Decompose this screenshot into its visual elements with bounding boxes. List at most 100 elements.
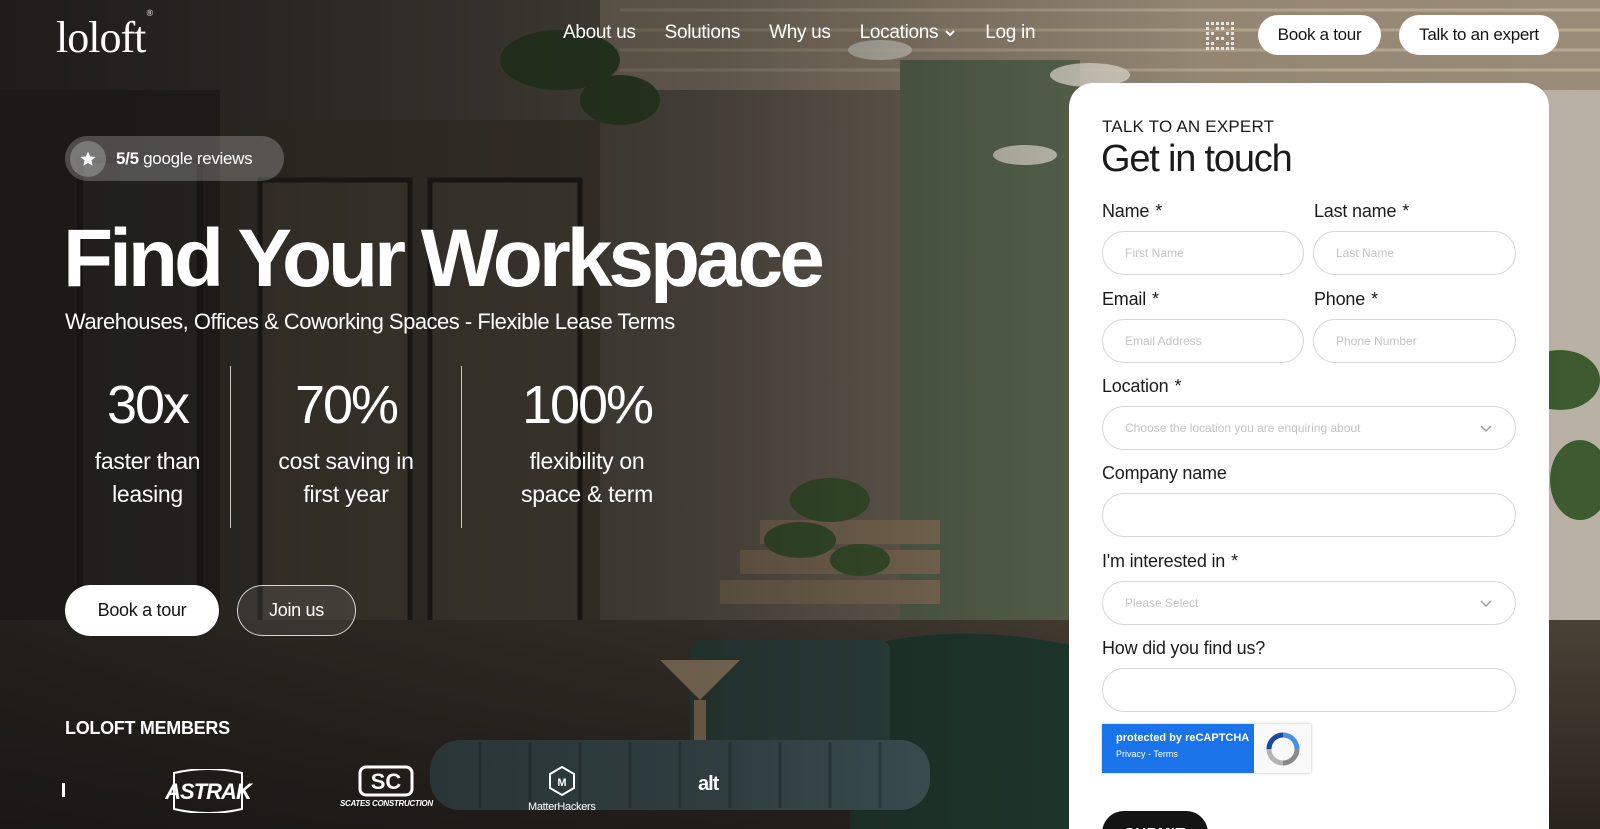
required-mark: * (1174, 376, 1182, 396)
stat-faster: 30x faster than leasing (65, 366, 230, 528)
members-logo-strip: ASTRAK SC SCATES CONSTRUCTION M MatterHa… (60, 765, 740, 825)
nav-solutions[interactable]: Solutions (664, 22, 741, 44)
google-reviews-badge[interactable]: 5/5 google reviews (65, 136, 284, 181)
stat-value: 70% (294, 375, 399, 435)
stat-label-line: faster than (94, 448, 201, 475)
stat-label-line: cost saving in (278, 448, 414, 475)
company-name-field[interactable] (1102, 493, 1516, 537)
location-select[interactable]: Choose the location you are enquiring ab… (1102, 406, 1516, 450)
label-text: Last name (1314, 201, 1397, 221)
submit-button[interactable]: SUBMIT (1102, 811, 1208, 829)
label-text: Location (1102, 376, 1169, 396)
company-name-label: Company name (1102, 463, 1227, 484)
label-text: I'm interested in (1102, 551, 1226, 571)
phone-label: Phone * (1314, 289, 1378, 310)
recaptcha-protected-text: protected by reCAPTCHA (1116, 732, 1250, 744)
required-mark: * (1402, 201, 1410, 221)
stat-label: flexibility on space & term (462, 445, 712, 509)
matterhackers-logo-icon: M (548, 765, 575, 797)
scates-logo-icon: SC (358, 765, 414, 797)
members-title: LOLOFT MEMBERS (65, 718, 230, 738)
star-badge (70, 140, 106, 177)
header-talk-to-expert-button[interactable]: Talk to an expert (1399, 15, 1559, 55)
chevron-down-icon (1480, 600, 1492, 607)
nav-label: Locations (859, 22, 939, 43)
member-logo-alt: alt (698, 773, 719, 796)
select-placeholder: Choose the location you are enquiring ab… (1125, 421, 1361, 435)
logo-text: MatterHackers (528, 801, 596, 813)
last-name-field[interactable]: Last Name (1313, 231, 1516, 275)
svg-text:SC: SC (371, 769, 402, 794)
recaptcha-logo (1254, 724, 1311, 773)
stat-label-line: leasing (112, 480, 183, 507)
name-label: Name * (1102, 201, 1162, 222)
nav-label: About us (563, 22, 636, 43)
logo-text: ASTRAK (165, 779, 252, 804)
partial-logo (62, 783, 65, 797)
stat-label: cost saving in first year (231, 445, 461, 509)
stat-label-line: space & term (521, 480, 653, 507)
stats-row: 30x faster than leasing 70% cost saving i… (65, 366, 712, 528)
hero-book-tour-button[interactable]: Book a tour (65, 585, 219, 636)
contact-form-card: TALK TO AN EXPERT Get in touch Name * Las… (1069, 83, 1549, 829)
form-eyebrow: TALK TO AN EXPERT (1102, 117, 1275, 136)
form-title: Get in touch (1101, 138, 1293, 180)
interest-select[interactable]: Please Select (1102, 581, 1516, 625)
required-mark: * (1231, 551, 1238, 571)
recaptcha-text-block: protected by reCAPTCHA Privacy - Terms (1102, 724, 1254, 773)
header-book-tour-button[interactable]: Book a tour (1258, 15, 1381, 55)
nav-label: Solutions (664, 22, 741, 43)
member-logo-astrak: ASTRAK (165, 769, 252, 813)
stat-value: 30x (106, 375, 190, 435)
email-label: Email * (1102, 289, 1159, 310)
nav-about-us[interactable]: About us (563, 22, 636, 44)
member-logo-matterhackers: M MatterHackers (528, 765, 596, 813)
stat-label: faster than leasing (65, 445, 230, 509)
stat-label-line: flexibility on (529, 448, 645, 475)
reviews-label: google reviews (138, 148, 253, 168)
nav-locations[interactable]: Locations (860, 22, 957, 44)
logo-text: loloft (56, 13, 146, 62)
email-field[interactable]: Email Address (1102, 319, 1304, 363)
label-text: Phone (1314, 289, 1366, 309)
svg-text:M: M (557, 777, 566, 789)
chevron-down-icon (945, 30, 955, 37)
stat-cost-saving: 70% cost saving in first year (231, 366, 461, 528)
nav-label: Log in (985, 22, 1036, 43)
required-mark: * (1155, 201, 1163, 221)
member-logo-scates: SC SCATES CONSTRUCTION (340, 765, 433, 808)
nav-label: Why us (769, 22, 831, 43)
last-name-label: Last name * (1314, 201, 1409, 222)
main-nav: About us Solutions Why us Locations Log … (563, 22, 1036, 44)
reviews-text: 5/5 google reviews (116, 148, 253, 169)
recaptcha-privacy-terms: Privacy - Terms (1116, 749, 1178, 759)
reviews-score: 5/5 (116, 148, 139, 168)
grid-icon[interactable] (1204, 20, 1240, 52)
label-text: Email (1102, 289, 1147, 309)
label-text: Company name (1102, 463, 1227, 483)
hero-join-us-button[interactable]: Join us (237, 585, 356, 636)
required-mark: * (1152, 289, 1159, 309)
logo-text: SCATES CONSTRUCTION (340, 799, 433, 808)
label-text: Name (1102, 201, 1150, 221)
first-name-field[interactable]: First Name (1102, 231, 1304, 275)
stat-value: 100% (521, 375, 654, 435)
recaptcha-badge[interactable]: protected by reCAPTCHA Privacy - Terms (1102, 724, 1311, 773)
logo-text: alt (698, 773, 719, 795)
registered-mark: ® (146, 8, 153, 19)
how-found-label: How did you find us? (1102, 638, 1265, 659)
stat-flexibility: 100% flexibility on space & term (462, 366, 712, 528)
nav-why-us[interactable]: Why us (769, 22, 831, 44)
star-icon (80, 151, 96, 166)
hero-title: Find Your Workspace (63, 213, 825, 304)
interest-label: I'm interested in * (1102, 551, 1238, 572)
nav-log-in[interactable]: Log in (985, 22, 1035, 44)
select-placeholder: Please Select (1125, 596, 1199, 610)
required-mark: * (1371, 289, 1378, 309)
loloft-logo[interactable]: loloft® (56, 8, 153, 63)
location-label: Location * (1102, 376, 1181, 397)
hero-subtitle: Warehouses, Offices & Coworking Spaces -… (65, 309, 675, 334)
stat-label-line: first year (303, 480, 389, 507)
how-found-field[interactable] (1102, 668, 1516, 712)
phone-field[interactable]: Phone Number (1313, 319, 1516, 363)
